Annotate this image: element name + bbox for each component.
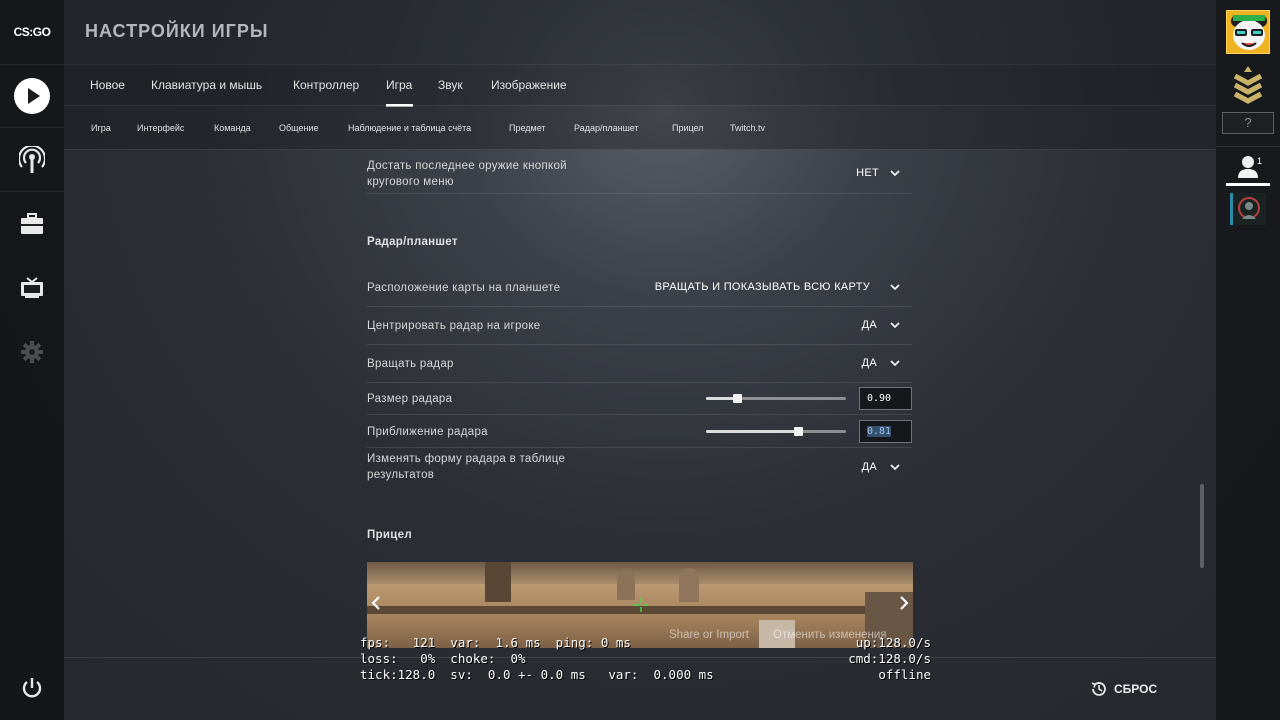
- preview-dome: [679, 568, 699, 602]
- tv-icon: [21, 277, 43, 298]
- rail-divider: [0, 64, 64, 65]
- subtab-communication[interactable]: Общение: [279, 123, 318, 133]
- setting-value: ДА: [861, 357, 877, 369]
- left-nav-rail: CS:GO: [0, 0, 64, 720]
- tab-keyboard-mouse[interactable]: Клавиатура и мышь: [151, 78, 262, 92]
- radar-size-slider[interactable]: [706, 394, 846, 403]
- inventory-button[interactable]: [12, 204, 52, 244]
- friends-count: 1: [1257, 156, 1263, 166]
- main-tabs: Новое Клавиатура и мышь Контроллер Игра …: [64, 64, 1216, 107]
- chevron-down-icon: [890, 322, 900, 329]
- scrollbar-thumb[interactable]: [1200, 484, 1204, 568]
- rail-divider: [1216, 146, 1280, 147]
- slider-thumb[interactable]: [732, 394, 742, 403]
- gear-icon: [21, 341, 43, 363]
- chevron-down-icon: [890, 464, 900, 471]
- subtab-interface[interactable]: Интерфейс: [137, 123, 184, 133]
- reset-button[interactable]: СБРОС: [1090, 680, 1157, 698]
- setting-label: Вращать радар: [367, 358, 454, 370]
- friend-avatar-icon: [1238, 197, 1260, 219]
- radar-zoom-input[interactable]: 0.81: [859, 420, 912, 443]
- setting-label: Размер радара: [367, 393, 453, 405]
- preview-dome: [617, 570, 635, 600]
- friend-avatar[interactable]: [1230, 193, 1266, 225]
- sub-tabs: Игра Интерфейс Команда Общение Наблюдени…: [64, 106, 1216, 150]
- section-title-radar: Радар/планшет: [367, 236, 458, 248]
- preview-pillar: [485, 562, 511, 602]
- setting-radar-zoom: Приближение радара 0.81: [367, 415, 912, 448]
- setting-last-weapon[interactable]: Достать последнее оружие кнопкой кругово…: [367, 156, 912, 194]
- play-button[interactable]: [12, 76, 52, 116]
- section-title-crosshair: Прицел: [367, 529, 412, 541]
- netgraph-line: fps: 121 var: 1.6 ms ping: 0 ms: [360, 635, 631, 650]
- setting-label: Достать последнее оружие кнопкой кругово…: [367, 160, 567, 188]
- subtab-item[interactable]: Предмет: [509, 123, 546, 133]
- reset-label: СБРОС: [1114, 682, 1158, 696]
- subtab-team[interactable]: Команда: [214, 123, 251, 133]
- chevron-down-icon: [890, 284, 900, 291]
- radar-size-input[interactable]: 0.90: [859, 387, 912, 410]
- setting-value: ДА: [861, 319, 877, 331]
- tab-video[interactable]: Изображение: [491, 78, 567, 92]
- briefcase-icon: [21, 213, 43, 234]
- setting-map-orientation[interactable]: Расположение карты на планшете ВРАЩАТЬ И…: [367, 269, 912, 307]
- history-icon: [1091, 682, 1106, 696]
- rail-divider: [0, 191, 64, 192]
- subtab-twitch[interactable]: Twitch.tv: [730, 123, 765, 133]
- tab-game[interactable]: Игра: [386, 78, 412, 92]
- netgraph-line: offline: [878, 667, 931, 682]
- play-icon: [14, 78, 50, 114]
- chevron-down-icon: [890, 170, 900, 177]
- watch-button[interactable]: [12, 140, 52, 180]
- subtab-radar[interactable]: Радар/планшет: [574, 123, 639, 133]
- crosshair-icon: [634, 598, 648, 612]
- footer-divider: [64, 657, 1216, 658]
- page-title: НАСТРОЙКИ ИГРЫ: [85, 21, 269, 41]
- subtab-crosshair[interactable]: Прицел: [672, 123, 704, 133]
- preview-prev-arrow-icon[interactable]: [370, 596, 382, 610]
- rail-divider: [0, 127, 64, 128]
- panda-avatar-icon: [1231, 15, 1267, 50]
- netgraph-line: up:128.0/s: [855, 635, 931, 650]
- setting-center-radar[interactable]: Центрировать радар на игроке ДА: [367, 307, 912, 345]
- netgraph-line: tick:128.0 sv: 0.0 +- 0.0 ms var: 0.000 …: [360, 667, 714, 682]
- radar-zoom-slider[interactable]: [706, 427, 846, 436]
- setting-label: Центрировать радар на игроке: [367, 320, 541, 332]
- setting-value: ДА: [861, 461, 877, 473]
- tab-sound[interactable]: Звук: [438, 78, 463, 92]
- power-icon: [22, 678, 42, 698]
- subtab-spectator-scoreboard[interactable]: Наблюдение и таблица счёта: [348, 123, 471, 133]
- slider-thumb[interactable]: [794, 427, 804, 436]
- setting-label: Расположение карты на планшете: [367, 282, 561, 294]
- setting-radar-size: Размер радара 0.90: [367, 383, 912, 415]
- right-social-rail: ? 1: [1216, 0, 1280, 720]
- tv-button[interactable]: [12, 268, 52, 308]
- setting-rotate-radar[interactable]: Вращать радар ДА: [367, 345, 912, 383]
- setting-value: ВРАЩАТЬ И ПОКАЗЫВАТЬ ВСЮ КАРТУ: [654, 281, 870, 293]
- unknown-rank-badge[interactable]: ?: [1222, 112, 1274, 134]
- setting-label: Изменять форму радара в таблице результа…: [367, 453, 566, 481]
- csgo-logo: CS:GO: [13, 25, 51, 39]
- netgraph-line: cmd:128.0/s: [848, 651, 931, 666]
- preview-wall-top: [367, 562, 913, 584]
- header-bar: НАСТРОЙКИ ИГРЫ: [64, 0, 1216, 64]
- friends-tab-indicator: [1226, 183, 1270, 186]
- setting-value: НЕТ: [856, 167, 879, 179]
- tab-new[interactable]: Новое: [90, 78, 125, 92]
- avatar[interactable]: [1226, 10, 1270, 54]
- setting-label: Приближение радара: [367, 426, 488, 438]
- settings-button[interactable]: [12, 332, 52, 372]
- power-button[interactable]: [12, 668, 52, 708]
- setting-radar-shape[interactable]: Изменять форму радара в таблице результа…: [367, 448, 912, 486]
- preview-next-arrow-icon[interactable]: [898, 596, 910, 610]
- friends-icon[interactable]: [1226, 150, 1270, 186]
- rank-chevron-icon: [1233, 66, 1263, 104]
- subtab-game[interactable]: Игра: [91, 123, 111, 133]
- broadcast-icon: [19, 146, 45, 173]
- netgraph-line: loss: 0% choke: 0%: [360, 651, 526, 666]
- share-import-button[interactable]: Share or Import: [669, 629, 749, 641]
- tab-controller[interactable]: Контроллер: [293, 78, 359, 92]
- chevron-down-icon: [890, 360, 900, 367]
- slider-fill: [706, 430, 799, 433]
